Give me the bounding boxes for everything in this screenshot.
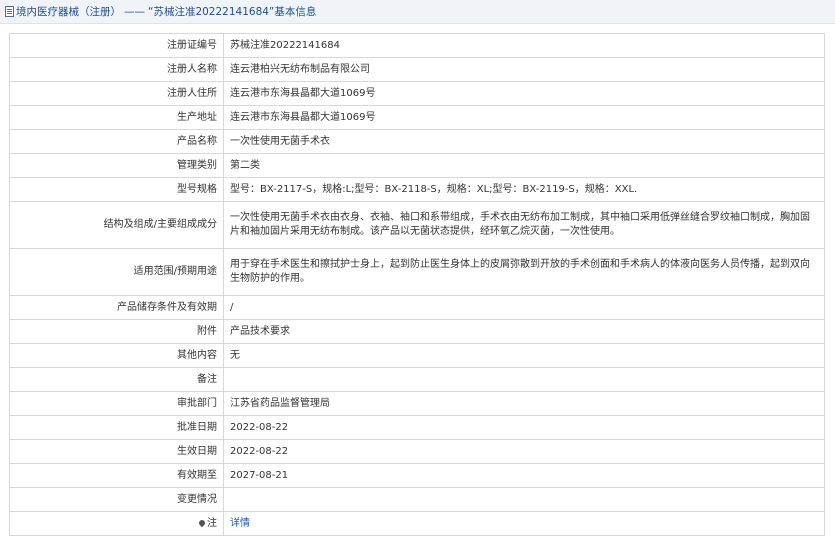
row-value: 型号：BX-2117-S，规格:L;型号：BX-2118-S，规格：XL;型号：… (223, 177, 825, 202)
table-row: 变更情况 (9, 487, 825, 512)
row-label: 生产地址 (9, 105, 224, 130)
row-label: 型号规格 (9, 177, 224, 202)
row-value: 苏械注准20222141684 (223, 33, 825, 58)
row-label: 产品名称 (9, 129, 224, 154)
pin-icon (197, 518, 207, 527)
header-dash: —— (124, 6, 145, 18)
row-value: 用于穿在手术医生和擦拭护士身上，起到防止医生身体上的皮屑弥散到开放的手术创面和手… (223, 248, 825, 296)
table-row: 结构及组成/主要组成成分 一次性使用无菌手术衣由衣身、衣袖、袖口和系带组成，手术… (9, 201, 825, 249)
row-value: 连云港柏兴无纺布制品有限公司 (223, 57, 825, 82)
row-label: 批准日期 (9, 415, 224, 440)
row-label: 注册证编号 (9, 33, 224, 58)
row-label: 备注 (9, 367, 224, 392)
table-row: 批准日期 2022-08-22 (9, 415, 825, 440)
detail-table: 注册证编号 苏械注准20222141684 注册人名称 连云港柏兴无纺布制品有限… (9, 33, 825, 536)
table-row: 注册人名称 连云港柏兴无纺布制品有限公司 (9, 57, 825, 82)
table-row: 管理类别 第二类 (9, 153, 825, 178)
row-value: 2027-08-21 (223, 463, 825, 488)
table-row: 备注 (9, 367, 825, 392)
table-row: 产品储存条件及有效期 / (9, 295, 825, 320)
page-header: 境内医疗器械（注册） —— “苏械注准20222141684”基本信息 (0, 0, 835, 24)
row-label: 生效日期 (9, 439, 224, 464)
row-value: 一次性使用无菌手术衣 (223, 129, 825, 154)
row-value: 无 (223, 343, 825, 368)
row-value: 产品技术要求 (223, 319, 825, 344)
table-row: 注册人住所 连云港市东海县晶都大道1069号 (9, 81, 825, 106)
row-label: 附件 (9, 319, 224, 344)
table-row: 生产地址 连云港市东海县晶都大道1069号 (9, 105, 825, 130)
table-row: 生效日期 2022-08-22 (9, 439, 825, 464)
note-value-cell: 详情 (223, 511, 825, 536)
row-label: 管理类别 (9, 153, 224, 178)
row-label: 其他内容 (9, 343, 224, 368)
table-row: 产品名称 一次性使用无菌手术衣 (9, 129, 825, 154)
header-title: “苏械注准20222141684”基本信息 (148, 6, 317, 18)
row-value (223, 367, 825, 392)
row-value: / (223, 295, 825, 320)
row-label: 产品储存条件及有效期 (9, 295, 224, 320)
table-row: 附件 产品技术要求 (9, 319, 825, 344)
row-value: 2022-08-22 (223, 439, 825, 464)
row-value: 连云港市东海县晶都大道1069号 (223, 105, 825, 130)
row-label: 有效期至 (9, 463, 224, 488)
details-link[interactable]: 详情 (230, 518, 250, 529)
header-category: 境内医疗器械（注册） (16, 6, 121, 18)
row-label: 适用范围/预期用途 (9, 248, 224, 296)
page-title: 境内医疗器械（注册） —— “苏械注准20222141684”基本信息 (16, 4, 316, 19)
table-row: 型号规格 型号：BX-2117-S，规格:L;型号：BX-2118-S，规格：X… (9, 177, 825, 202)
row-value: 连云港市东海县晶都大道1069号 (223, 81, 825, 106)
table-row: 其他内容 无 (9, 343, 825, 368)
row-value: 一次性使用无菌手术衣由衣身、衣袖、袖口和系带组成，手术衣由无纺布加工制成，其中袖… (223, 201, 825, 249)
table-row: 适用范围/预期用途 用于穿在手术医生和擦拭护士身上，起到防止医生身体上的皮屑弥散… (9, 248, 825, 296)
row-label: 结构及组成/主要组成成分 (9, 201, 224, 249)
table-row: 有效期至 2027-08-21 (9, 463, 825, 488)
row-label: 注册人住所 (9, 81, 224, 106)
note-label: 注 (207, 517, 217, 529)
row-value (223, 487, 825, 512)
row-value: 2022-08-22 (223, 415, 825, 440)
row-value: 江苏省药品监督管理局 (223, 391, 825, 416)
table-row: 审批部门 江苏省药品监督管理局 (9, 391, 825, 416)
row-label: 注册人名称 (9, 57, 224, 82)
document-icon (5, 6, 14, 17)
note-label-cell: 注 (9, 511, 224, 536)
table-row: 注册证编号 苏械注准20222141684 (9, 33, 825, 58)
row-label: 变更情况 (9, 487, 224, 512)
note-row: 注 详情 (9, 511, 825, 536)
row-label: 审批部门 (9, 391, 224, 416)
row-value: 第二类 (223, 153, 825, 178)
